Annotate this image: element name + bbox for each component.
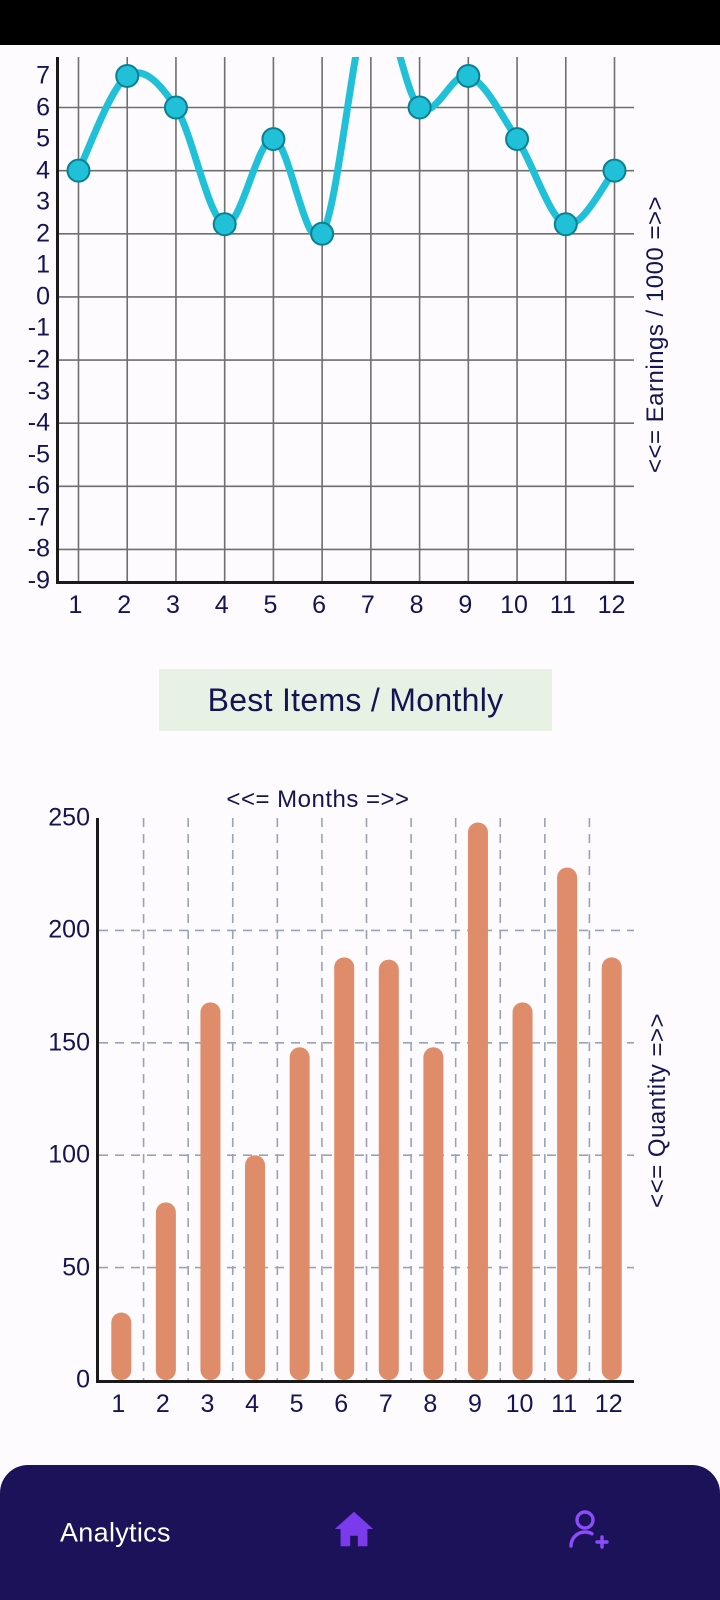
line-chart-data-point <box>602 158 627 183</box>
bar-chart-bar <box>200 1002 221 1380</box>
line-chart-data-point <box>456 63 481 88</box>
bar-chart-x-tick-label: 8 <box>423 1390 438 1418</box>
bar-chart-bar <box>245 1155 266 1380</box>
line-chart-x-tick-label: 10 <box>500 591 528 619</box>
line-chart-x-tick-label: 7 <box>360 591 375 619</box>
add-user-icon[interactable] <box>561 1501 617 1557</box>
line-chart-y-tick-label: -5 <box>27 440 50 469</box>
line-chart-y-tick-label: 0 <box>36 282 50 311</box>
line-chart-x-tick-label: 6 <box>312 591 327 619</box>
bar-chart-svg <box>99 818 634 1380</box>
line-chart-y-tick-label: 3 <box>36 187 50 216</box>
bar-chart-y-tick-label: 100 <box>48 1140 90 1169</box>
bar-chart-bar <box>111 1312 132 1380</box>
line-chart-y-tick-label: -3 <box>27 377 50 406</box>
line-chart-y-tick-label: -6 <box>27 471 50 500</box>
bar-chart-x-tick-label: 1 <box>111 1390 126 1418</box>
line-chart-plot-area <box>56 57 634 584</box>
add-user-icon-glyph <box>569 1510 609 1549</box>
line-chart-x-tick-label: 12 <box>597 591 626 619</box>
line-chart-data-point <box>66 158 91 183</box>
bar-chart-y-tick-label: 150 <box>48 1028 90 1057</box>
app-screen: 7 6 5 4 3 2 1 0 -1 -2 -3 -4 -5 -6 -7 -8 -9 1 2 3 4 5 6 7 8 9 10 11… <box>0 0 720 1600</box>
line-chart-y-axis-labels: 7 6 5 4 3 2 1 0 -1 -2 -3 -4 -5 -6 -7 -8 -9 <box>8 57 50 593</box>
bar-chart-x-tick-label: 10 <box>505 1390 534 1418</box>
bar-chart-y-tick-label: 50 <box>62 1253 90 1282</box>
line-chart-x-tick-label: 8 <box>409 591 424 619</box>
line-chart-data-point <box>163 95 188 120</box>
line-chart-x-tick-label: 2 <box>117 591 132 619</box>
line-chart-y-tick-label: -9 <box>27 566 50 595</box>
line-chart-y-axis-title-text: <<= Earnings / 1000 =>> <box>642 196 669 474</box>
line-chart-x-tick-label: 1 <box>68 591 83 619</box>
quantity-bar-chart: <<= Months =>> 250 200 150 100 50 0 123456789… <box>0 770 720 1440</box>
line-chart-y-tick-label: 4 <box>36 156 50 185</box>
bar-chart-bar <box>334 957 355 1380</box>
bar-chart-y-axis-title: <<= Quantity =>> <box>638 970 678 1250</box>
bar-chart-bar <box>289 1047 310 1380</box>
line-chart-y-tick-label: 6 <box>36 93 50 121</box>
line-chart-x-tick-label: 5 <box>263 591 278 619</box>
bar-chart-bar <box>557 867 578 1380</box>
bar-chart-x-tick-label: 11 <box>551 1390 578 1418</box>
line-chart-y-tick-label: -4 <box>27 408 50 437</box>
home-icon[interactable] <box>326 1501 382 1557</box>
bar-chart-plot-area <box>96 818 634 1383</box>
line-chart-series <box>66 57 627 246</box>
line-chart-y-tick-label: 5 <box>36 124 50 153</box>
line-chart-y-tick-label: -8 <box>27 534 50 563</box>
line-chart-data-point <box>261 127 286 152</box>
line-chart-line <box>74 57 619 241</box>
bar-chart-y-axis-labels: 250 200 150 100 50 0 <box>10 805 90 1392</box>
line-chart-x-tick-label: 11 <box>549 591 576 619</box>
bar-chart-x-tick-label: 7 <box>378 1390 393 1418</box>
bar-chart-bar <box>601 957 622 1380</box>
line-chart-x-tick-label: 9 <box>458 591 473 619</box>
bar-chart-x-tick-label: 3 <box>200 1390 215 1418</box>
line-chart-data-point <box>115 63 140 88</box>
section-title-text: Best Items / Monthly <box>207 681 504 718</box>
line-chart-data-point <box>310 221 335 246</box>
bar-chart-y-tick-label: 200 <box>48 915 90 944</box>
line-chart-y-tick-label: -1 <box>27 313 50 342</box>
bar-chart-x-tick-label: 9 <box>468 1390 482 1418</box>
bar-chart-bar <box>378 959 399 1380</box>
line-chart-x-axis-labels: 1 2 3 4 5 6 7 8 9 10 11 12 <box>56 593 634 627</box>
bar-chart-top-title: <<= Months =>> <box>226 786 410 813</box>
line-chart-x-tick-label: 4 <box>214 591 229 619</box>
line-chart-y-axis-title: <<= Earnings / 1000 =>> <box>636 135 676 535</box>
bar-chart-x-axis-labels: 1 2 3 4 5 6 7 8 9 10 11 12 <box>96 1392 634 1426</box>
line-chart-data-point <box>212 212 237 237</box>
bar-chart-bar <box>423 1047 444 1380</box>
bar-chart-bar <box>467 822 488 1380</box>
line-chart-data-point <box>553 212 578 237</box>
home-icon-glyph <box>334 1511 374 1547</box>
bar-chart-x-tick-label: 2 <box>155 1390 170 1418</box>
bar-chart-bar <box>155 1202 176 1380</box>
line-chart-y-tick-label: 7 <box>36 61 50 90</box>
status-bar <box>0 0 720 45</box>
nav-analytics-label[interactable]: Analytics <box>60 1517 171 1548</box>
bar-chart-x-tick-label: 6 <box>334 1390 349 1418</box>
line-chart-x-tick-label: 3 <box>165 591 180 619</box>
bar-chart-y-tick-label: 0 <box>76 1365 90 1394</box>
line-chart-svg <box>59 57 634 581</box>
line-chart-y-tick-label: -2 <box>27 345 50 374</box>
bar-chart-y-axis-title-text: <<= Quantity =>> <box>644 1012 671 1208</box>
bottom-navigation-bar: Analytics <box>0 1465 720 1600</box>
bar-chart-x-tick-label: 5 <box>289 1390 304 1418</box>
bar-chart-bar <box>512 1002 533 1380</box>
line-chart-data-point <box>505 127 530 152</box>
line-chart-y-tick-label: 2 <box>36 219 50 248</box>
section-title-banner: Best Items / Monthly <box>159 669 552 731</box>
line-chart-data-point <box>407 95 432 120</box>
bar-chart-x-tick-label: 4 <box>245 1390 259 1418</box>
earnings-line-chart: 7 6 5 4 3 2 1 0 -1 -2 -3 -4 -5 -6 -7 -8 -9 1 2 3 4 5 6 7 8 9 10 11… <box>0 45 720 645</box>
bar-chart-gridlines <box>99 818 634 1380</box>
line-chart-y-tick-label: 1 <box>36 250 50 279</box>
bar-chart-y-tick-label: 250 <box>48 803 90 832</box>
line-chart-y-tick-label: -7 <box>27 503 50 532</box>
bar-chart-x-tick-label: 12 <box>594 1390 623 1418</box>
